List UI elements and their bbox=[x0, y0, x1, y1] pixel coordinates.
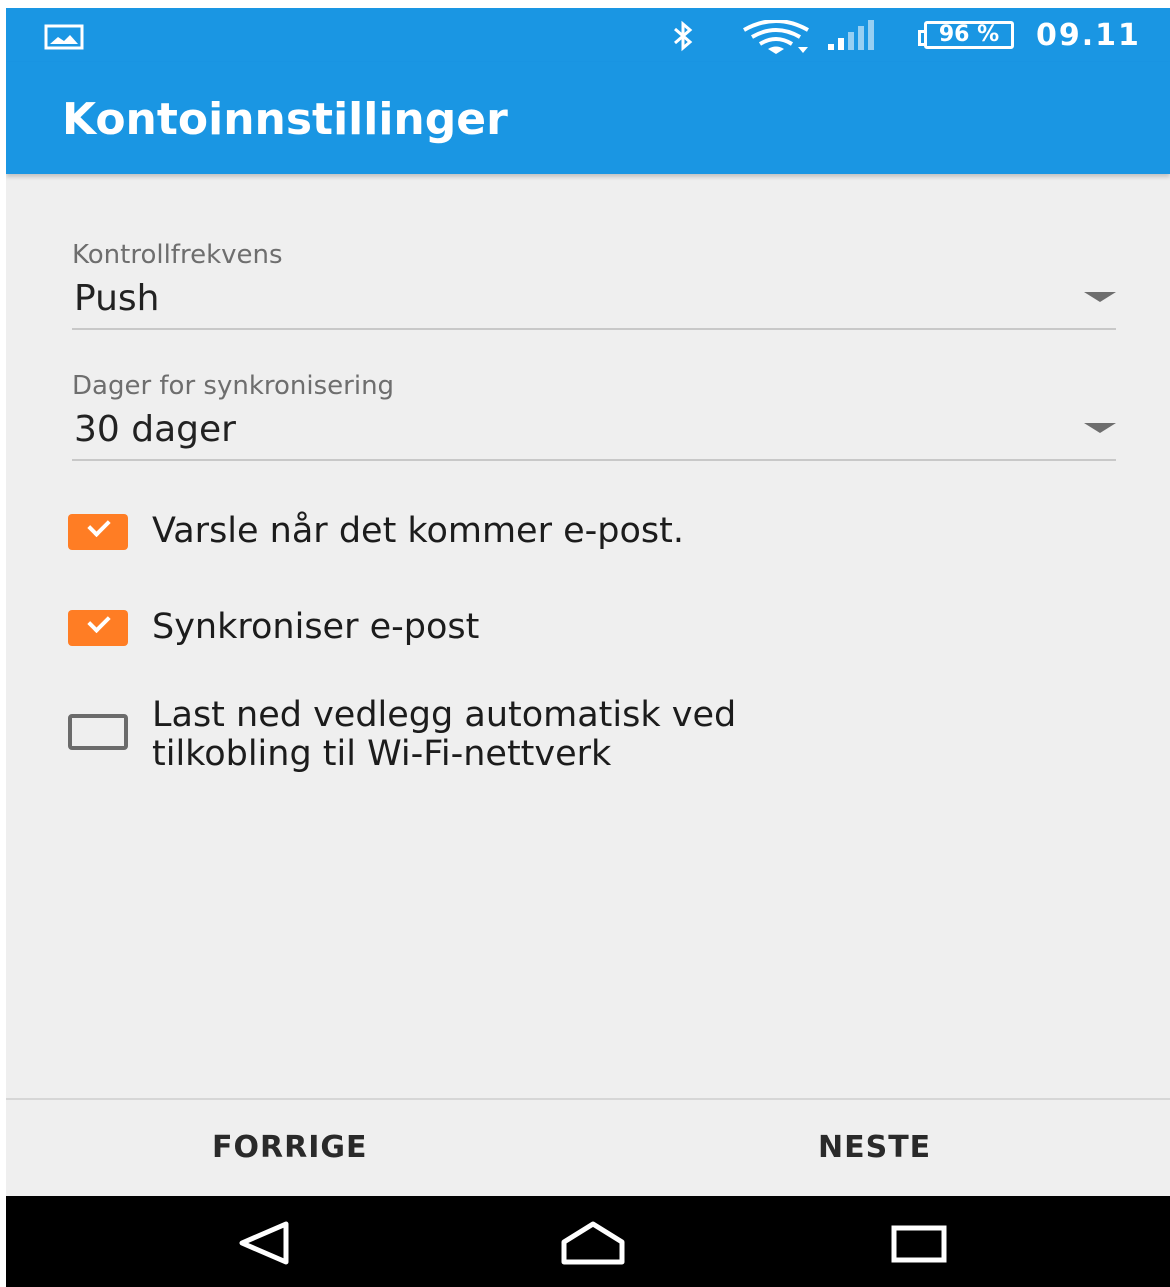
sync-days-field: Dager for synkronisering 30 dager bbox=[72, 371, 1116, 461]
app-bar: Kontoinnstillinger bbox=[6, 62, 1170, 174]
sync-email-label: Synkroniser e-post bbox=[152, 607, 480, 647]
notify-email-option[interactable]: Varsle når det kommer e-post. bbox=[68, 508, 1128, 558]
auto-download-label-line1: Last ned vedlegg automatisk ved bbox=[152, 695, 737, 735]
sync-days-dropdown[interactable]: 30 dager bbox=[72, 401, 1116, 461]
clock: 09.11 bbox=[1036, 18, 1141, 53]
check-frequency-field: Kontrollfrekvens Push bbox=[72, 240, 1116, 330]
dropdown-arrow-icon bbox=[1084, 292, 1116, 302]
navigation-bar bbox=[6, 1196, 1170, 1287]
recents-icon[interactable] bbox=[890, 1224, 950, 1264]
check-frequency-dropdown[interactable]: Push bbox=[72, 270, 1116, 330]
check-frequency-value: Push bbox=[74, 278, 160, 319]
sync-days-label: Dager for synkronisering bbox=[72, 371, 395, 401]
back-icon[interactable] bbox=[234, 1220, 294, 1266]
auto-download-checkbox[interactable] bbox=[68, 714, 128, 750]
bluetooth-icon bbox=[674, 20, 693, 52]
previous-button[interactable]: FORRIGE bbox=[212, 1130, 367, 1165]
notify-email-checkbox[interactable] bbox=[68, 514, 128, 550]
sync-email-option[interactable]: Synkroniser e-post bbox=[68, 604, 1128, 654]
sync-days-value: 30 dager bbox=[74, 409, 236, 450]
gallery-icon bbox=[44, 24, 84, 50]
auto-download-option[interactable]: Last ned vedlegg automatisk ved tilkobli… bbox=[68, 694, 1128, 778]
battery-icon: 96 % bbox=[918, 21, 1014, 49]
wifi-icon bbox=[743, 20, 809, 54]
button-bar: FORRIGE NESTE bbox=[6, 1098, 1170, 1196]
notify-email-label: Varsle når det kommer e-post. bbox=[152, 511, 684, 551]
auto-download-label: Last ned vedlegg automatisk ved tilkobli… bbox=[152, 696, 736, 774]
screen: 96 % 09.11 Kontoinnstillinger Kontrollfr… bbox=[6, 8, 1170, 1287]
signal-icon bbox=[828, 20, 874, 50]
home-icon[interactable] bbox=[558, 1220, 628, 1266]
dropdown-arrow-icon bbox=[1084, 423, 1116, 433]
next-button[interactable]: NESTE bbox=[818, 1130, 931, 1165]
status-bar: 96 % 09.11 bbox=[6, 8, 1170, 62]
check-frequency-label: Kontrollfrekvens bbox=[72, 240, 283, 270]
sync-email-checkbox[interactable] bbox=[68, 610, 128, 646]
auto-download-label-line2: tilkobling til Wi-Fi-nettverk bbox=[152, 734, 612, 774]
page-title: Kontoinnstillinger bbox=[62, 94, 508, 145]
